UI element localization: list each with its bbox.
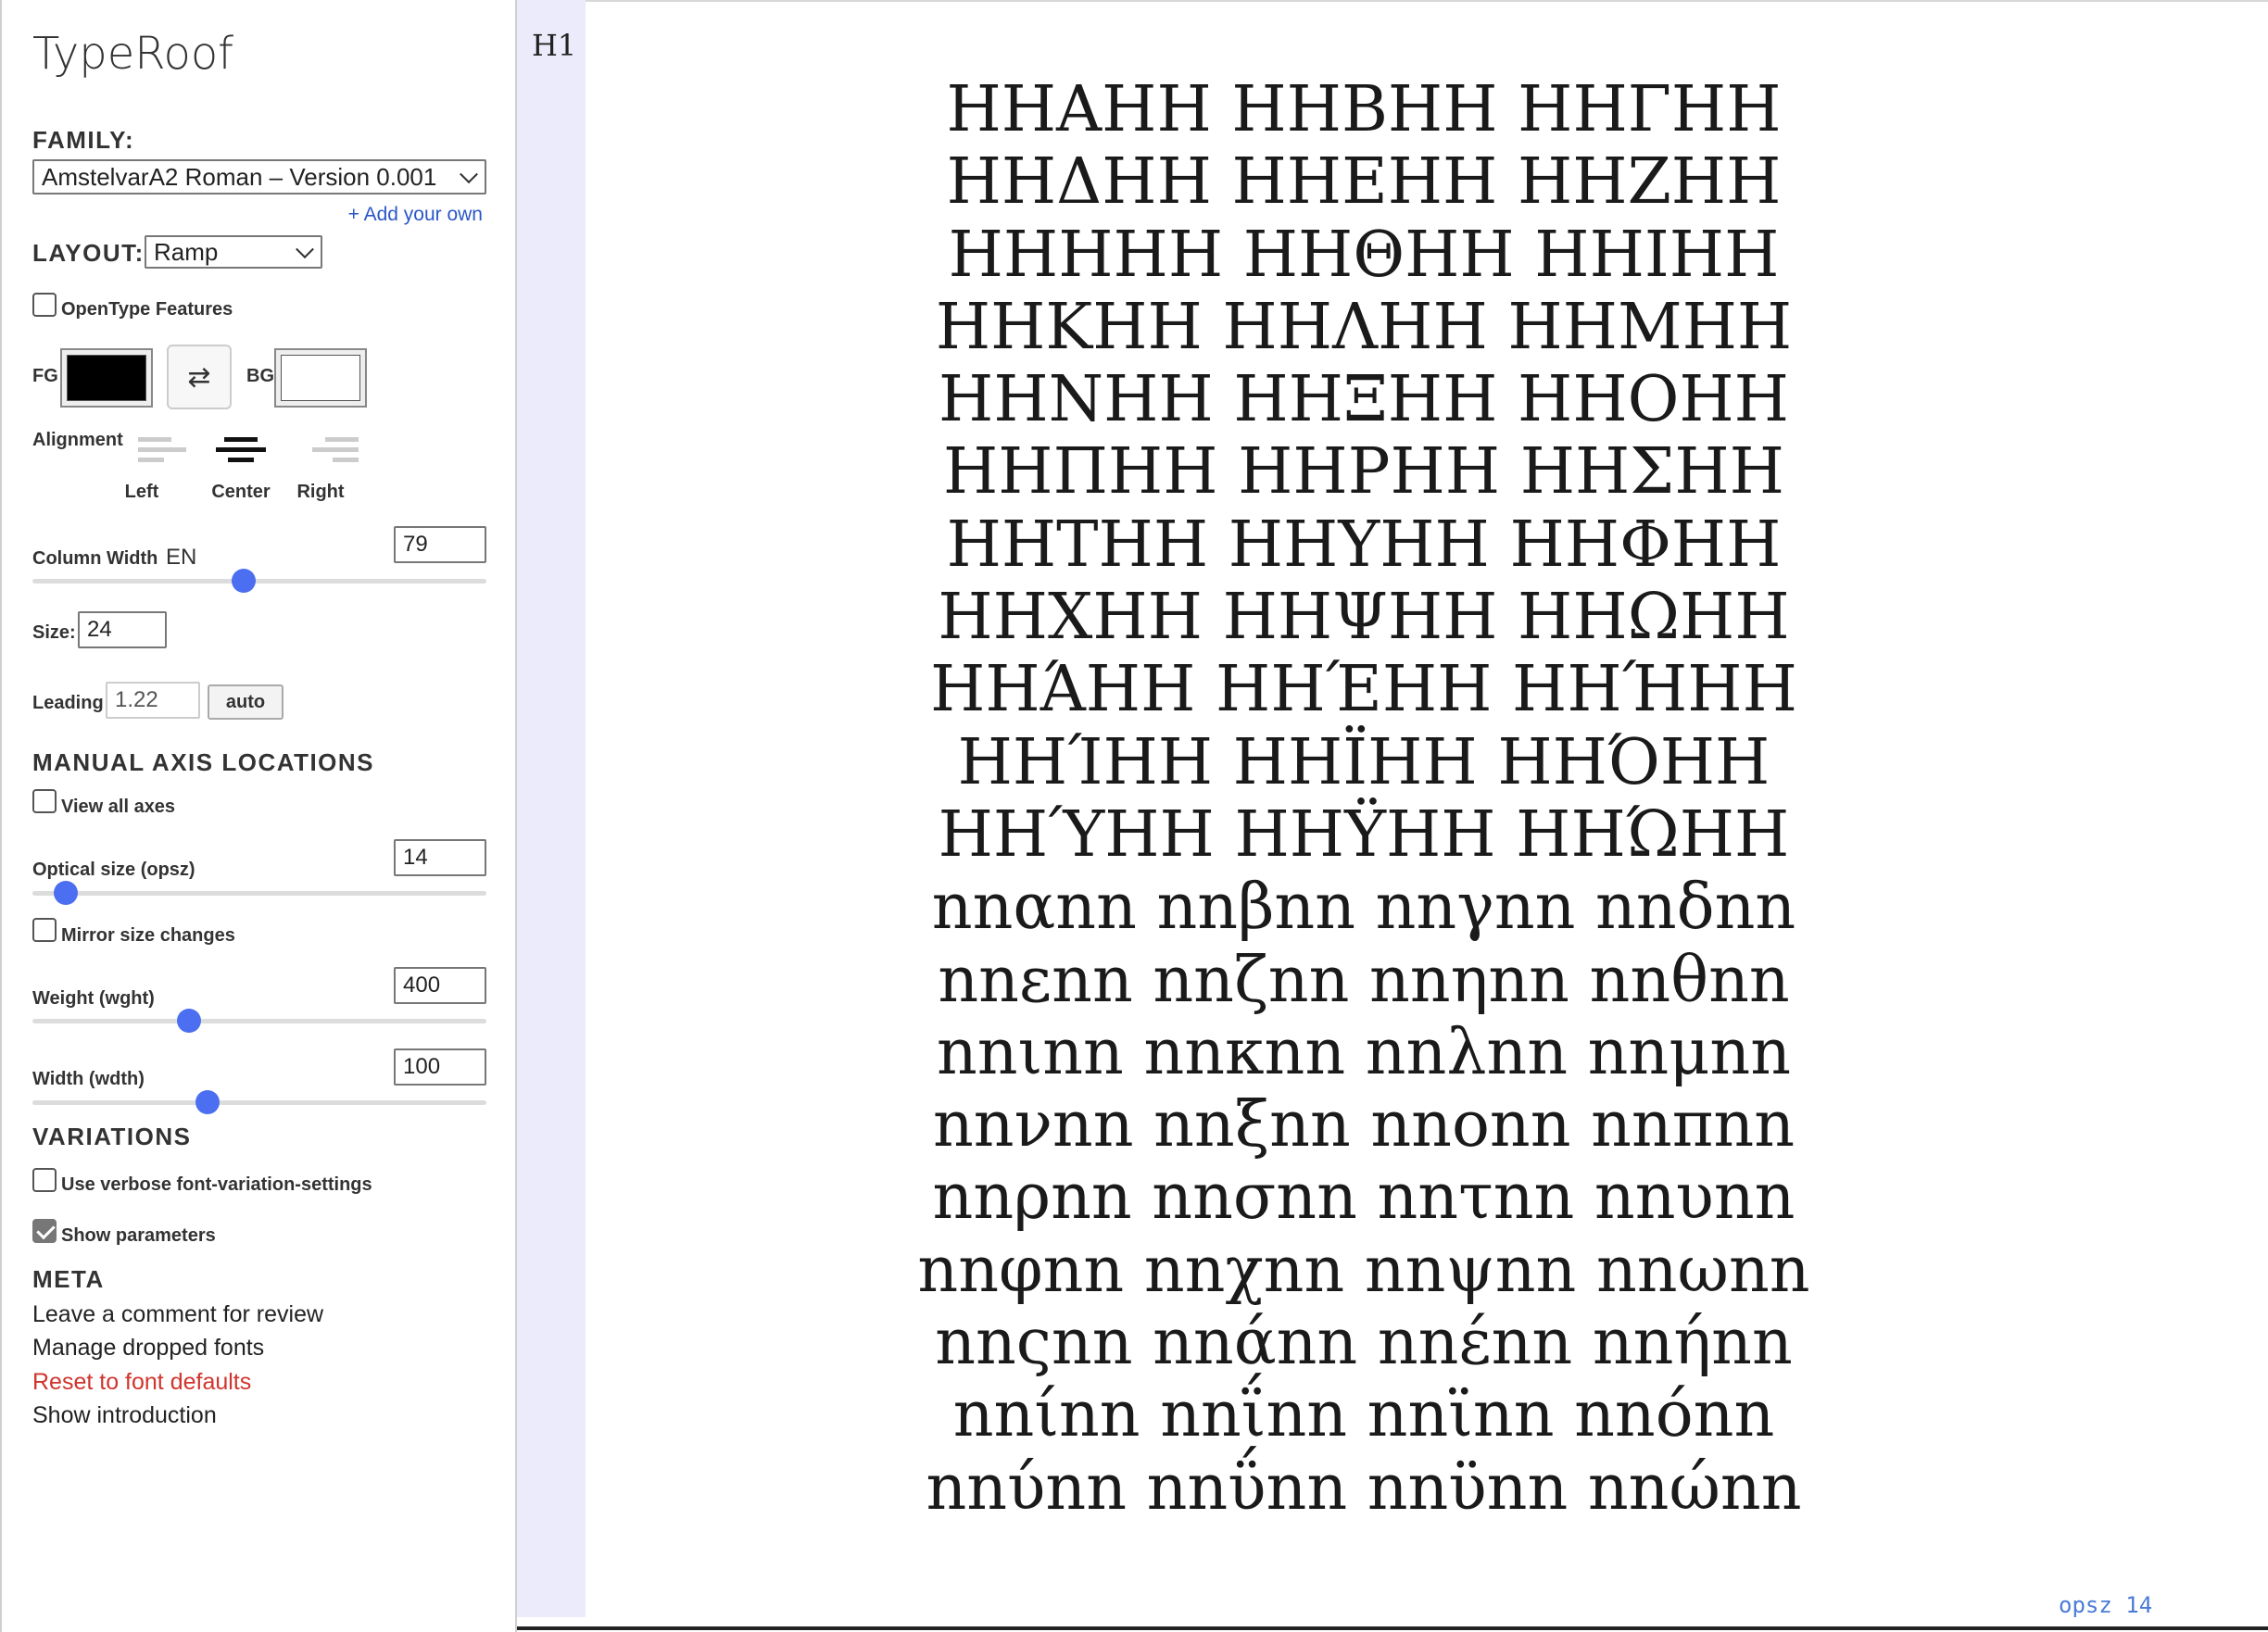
gutter-heading-label: H1 [532, 28, 577, 63]
bg-color-picker[interactable] [274, 348, 367, 408]
specimen-line: nnρnn nnσnn nnτnn nnυnn [932, 1161, 1796, 1235]
fg-color-swatch [67, 355, 146, 401]
specimen-line: HHΤHH HHΥHH HHΦHH [946, 508, 1782, 582]
manage-dropped-fonts-link[interactable]: Manage dropped fonts [32, 1335, 264, 1362]
fg-color-picker[interactable] [60, 348, 153, 408]
wght-slider-thumb[interactable] [177, 1009, 201, 1033]
specimen-line: nnιnn nnκnn nnλnn nnμnn [936, 1015, 1792, 1089]
verbose-variations-checkbox[interactable] [32, 1168, 57, 1192]
layout-label: LAYOUT: [32, 239, 145, 267]
mirror-size-label: Mirror size changes [61, 925, 235, 946]
wdth-slider-track[interactable] [32, 1100, 486, 1105]
specimen-line: HHΆHH HHΈHH HHΉHH [930, 653, 1797, 727]
verbose-variations-label: Use verbose font-variation-settings [61, 1174, 372, 1195]
wdth-label: Width (wdth) [32, 1069, 145, 1089]
specimen-line: nnςnn nnάnn nnέnn nnήnn [935, 1306, 1793, 1380]
column-width-label: Column Width [32, 548, 158, 569]
wdth-slider-thumb[interactable] [195, 1090, 220, 1114]
align-left-option[interactable]: Left [100, 432, 186, 506]
chevron-down-icon [296, 240, 314, 259]
view-all-axes-label: View all axes [61, 797, 176, 817]
family-select[interactable]: AmstelvarA2 Roman – Version 0.001 [32, 159, 486, 195]
stage-top-border [517, 0, 2268, 2]
chevron-down-icon [460, 165, 478, 184]
add-your-own-link[interactable]: + Add your own [348, 204, 483, 226]
specimen-text: HHΑHH HHΒHH HHΓHH HHΔHH HHΕHH HHΖHH HHΗHH … [586, 73, 2142, 1525]
show-parameters-checkbox[interactable] [32, 1219, 57, 1243]
swap-arrows-icon: ⇄ [187, 361, 211, 393]
column-width-input[interactable]: 79 [394, 526, 486, 563]
specimen-line: HHΠHH HHΡHH HHΣHH [943, 435, 1784, 509]
bg-label: BG [246, 366, 274, 386]
opsz-label: Optical size (opsz) [32, 860, 195, 880]
align-center-option[interactable]: Center [199, 432, 283, 506]
wdth-input[interactable]: 100 [394, 1048, 486, 1086]
view-all-axes-checkbox[interactable] [32, 789, 57, 813]
wght-slider-track[interactable] [32, 1019, 486, 1023]
size-input[interactable]: 24 [78, 611, 167, 648]
opsz-parameter-badge: opsz 14 [2059, 1592, 2153, 1618]
specimen-line: HHΎHH HHΫHH HHΏHH [938, 797, 1790, 872]
specimen-line: HHΑHH HHΒHH HHΓHH [946, 73, 1782, 146]
column-width-slider-track[interactable] [32, 579, 486, 584]
show-parameters-label: Show parameters [61, 1225, 216, 1246]
specimen-line: HHΧHH HHΨHH HHΩHH [938, 581, 1790, 655]
specimen-line: HHΊHH HHΪHH HHΌHH [957, 725, 1770, 799]
specimen-line: HHΚHH HHΛHH HHΜHH [935, 290, 1793, 364]
specimen-line: nnαnn nnβnn nnγnn nnδnn [931, 871, 1796, 945]
specimen-line: nnφnn nnχnn nnψnn nnωnn [917, 1233, 1810, 1307]
wght-input[interactable]: 400 [394, 967, 486, 1004]
opsz-input[interactable]: 14 [394, 839, 486, 876]
opsz-slider-thumb[interactable] [54, 881, 78, 905]
meta-title: META [32, 1265, 105, 1293]
wght-label: Weight (wght) [32, 988, 155, 1009]
specimen-line: nnύnn nnΰnn nnϋnn nnώnn [926, 1450, 1802, 1525]
mirror-size-checkbox[interactable] [32, 918, 57, 942]
specimen-line: nnεnn nnζnn nnηnn nnθnn [938, 943, 1790, 1017]
reset-font-defaults-link[interactable]: Reset to font defaults [32, 1369, 251, 1396]
layout-select[interactable]: Ramp [145, 235, 322, 269]
specimen-line: HHΔHH HHΕHH HHΖHH [946, 145, 1782, 220]
leading-auto-button[interactable]: auto [208, 684, 284, 720]
stage-bottom-border [517, 1626, 2268, 1630]
size-label: Size: [32, 622, 76, 643]
fg-label: FG [32, 366, 58, 386]
align-right-label: Right [296, 482, 345, 502]
specimen-line: nnνnn nnξnn nnοnn nnπnn [933, 1088, 1795, 1162]
leave-comment-link[interactable]: Leave a comment for review [32, 1301, 323, 1328]
swap-colors-button[interactable]: ⇄ [167, 345, 232, 409]
align-left-label: Left [124, 482, 159, 502]
stage-gutter: H1 [517, 0, 586, 1617]
column-width-unit: EN [166, 545, 197, 570]
specimen-line: HHΝHH HHΞHH HHΟHH [939, 363, 1789, 437]
manual-axes-title: MANUAL AXIS LOCATIONS [32, 748, 375, 776]
specimen-line: HHΗHH HHΘHH HHΙHH [948, 218, 1780, 292]
align-right-option[interactable]: Right [279, 432, 362, 506]
opentype-features-label: OpenType Features [61, 299, 233, 320]
opsz-slider-track[interactable] [32, 891, 486, 896]
show-introduction-link[interactable]: Show introduction [32, 1402, 217, 1429]
family-label: FAMILY: [32, 126, 135, 154]
sidebar: TypeRoof FAMILY: AmstelvarA2 Roman – Ver… [0, 0, 517, 1632]
align-center-label: Center [211, 482, 271, 502]
bg-color-swatch [281, 355, 360, 401]
specimen-line: nnίnn nnΐnn nnϊnn nnόnn [952, 1378, 1775, 1452]
opentype-features-checkbox[interactable] [32, 293, 57, 317]
layout-select-value: Ramp [154, 237, 219, 266]
column-width-slider-thumb[interactable] [232, 569, 256, 593]
variations-title: VARIATIONS [32, 1123, 192, 1150]
app-title: TypeRoof [32, 28, 234, 80]
leading-label: Leading [32, 693, 104, 713]
family-select-value: AmstelvarA2 Roman – Version 0.001 [42, 162, 437, 191]
leading-input[interactable]: 1.22 [106, 682, 200, 719]
